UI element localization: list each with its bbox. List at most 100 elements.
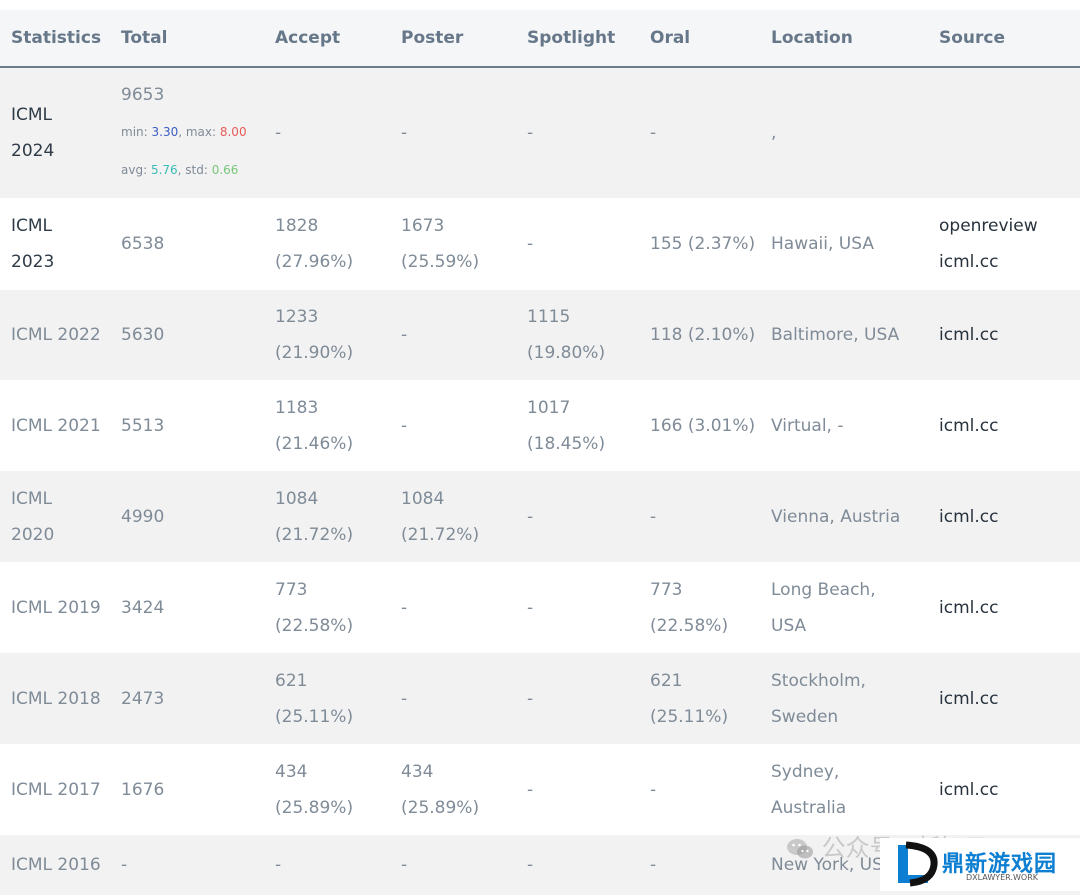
poster-count: 434 bbox=[401, 761, 434, 782]
header-statistics[interactable]: Statistics bbox=[0, 10, 110, 68]
oral-value: 118 (2.10%) bbox=[650, 325, 756, 345]
cell-spotlight: - bbox=[516, 653, 639, 744]
cell-total: 5630 bbox=[110, 290, 264, 380]
header-source[interactable]: Source bbox=[928, 10, 1080, 68]
cell-poster: 434 (25.89%) bbox=[390, 744, 516, 835]
stat-line: 2020 bbox=[11, 524, 55, 545]
stat-line: ICML 2019 bbox=[11, 597, 101, 618]
table-row: ICML 2023 6538 1828 (27.96%) 1673 (25.59… bbox=[0, 198, 1080, 290]
table-row: ICML 2024 9653 min: 3.30, max: 8.00 avg:… bbox=[0, 67, 1080, 198]
source-link[interactable]: icml.cc bbox=[939, 244, 1080, 280]
cell-oral: - bbox=[639, 744, 760, 835]
poster-value: - bbox=[401, 597, 408, 618]
cell-spotlight: - bbox=[516, 835, 639, 895]
stat-line: 2023 bbox=[11, 252, 55, 272]
header-spotlight[interactable]: Spotlight bbox=[516, 10, 639, 68]
accept-count: 1084 bbox=[275, 488, 319, 509]
header-oral[interactable]: Oral bbox=[639, 10, 760, 68]
avg-label: avg: bbox=[121, 163, 151, 177]
location-value: Virtual, - bbox=[771, 415, 844, 436]
icml-statistics-table: Statistics Total Accept Poster Spotlight… bbox=[0, 10, 1080, 895]
min-label: min: bbox=[121, 125, 152, 139]
spotlight-value: - bbox=[527, 123, 534, 143]
stat-line: ICML 2016 bbox=[11, 855, 101, 875]
cell-location: , bbox=[760, 67, 928, 198]
min-value: 3.30 bbox=[151, 125, 179, 139]
spotlight-value: - bbox=[527, 506, 534, 527]
total-value: 5513 bbox=[121, 415, 165, 436]
source-link[interactable]: icml.cc bbox=[939, 317, 1080, 353]
site-logo[interactable]: 鼎新游戏园 DXLAWYER.WORK bbox=[880, 838, 1080, 891]
stat-line: ICML bbox=[11, 105, 53, 125]
score-avg-std: avg: 5.76, std: 0.66 bbox=[121, 151, 264, 189]
source-link[interactable]: icml.cc bbox=[939, 499, 1080, 535]
header-location[interactable]: Location bbox=[760, 10, 928, 68]
source-link[interactable]: icml.cc bbox=[939, 590, 1080, 626]
stat-line: ICML 2021 bbox=[11, 415, 101, 436]
source-link[interactable]: icml.cc bbox=[939, 681, 1080, 717]
oral-count: 773 bbox=[650, 579, 683, 600]
table-row: ICML 2022 5630 1233 (21.90%) - 1115 (19.… bbox=[0, 290, 1080, 380]
source-link[interactable]: icml.cc bbox=[939, 772, 1080, 808]
cell-source: openreview icml.cc bbox=[928, 198, 1080, 290]
oral-value: - bbox=[650, 506, 657, 527]
max-label: , max: bbox=[178, 125, 220, 139]
cell-location: Long Beach, USA bbox=[760, 562, 928, 653]
poster-value: - bbox=[401, 688, 408, 709]
cell-source: icml.cc bbox=[928, 471, 1080, 562]
total-value: 6538 bbox=[121, 234, 165, 254]
accept-rate: (22.58%) bbox=[275, 615, 354, 636]
cell-location: Baltimore, USA bbox=[760, 290, 928, 380]
cell-statistics: ICML 2023 bbox=[0, 198, 110, 290]
location-line: Australia bbox=[771, 797, 847, 818]
header-total[interactable]: Total bbox=[110, 10, 264, 68]
oral-value: - bbox=[650, 123, 657, 143]
header-accept[interactable]: Accept bbox=[264, 10, 390, 68]
spotlight-rate: (19.80%) bbox=[527, 343, 606, 363]
cell-poster: - bbox=[390, 290, 516, 380]
stat-line: ICML bbox=[11, 488, 53, 509]
cell-total: - bbox=[110, 835, 264, 895]
accept-rate: (25.89%) bbox=[275, 797, 354, 818]
cell-oral: 118 (2.10%) bbox=[639, 290, 760, 380]
header-poster[interactable]: Poster bbox=[390, 10, 516, 68]
accept-rate: (21.46%) bbox=[275, 433, 354, 454]
cell-accept: 1828 (27.96%) bbox=[264, 198, 390, 290]
table-row: ICML 2021 5513 1183 (21.46%) - 1017 (18.… bbox=[0, 380, 1080, 471]
cell-oral: 621 (25.11%) bbox=[639, 653, 760, 744]
cell-statistics: ICML 2019 bbox=[0, 562, 110, 653]
total-value: 9653 bbox=[121, 85, 165, 105]
statistics-page: Statistics Total Accept Poster Spotlight… bbox=[0, 10, 1080, 895]
poster-count: 1673 bbox=[401, 216, 445, 236]
cell-oral: - bbox=[639, 67, 760, 198]
source-link[interactable]: openreview bbox=[939, 208, 1080, 244]
cell-poster: - bbox=[390, 653, 516, 744]
cell-total: 9653 min: 3.30, max: 8.00 avg: 5.76, std… bbox=[110, 67, 264, 198]
cell-poster: - bbox=[390, 67, 516, 198]
table-row: ICML 2018 2473 621 (25.11%) - - 621 (25.… bbox=[0, 653, 1080, 744]
cell-oral: 155 (2.37%) bbox=[639, 198, 760, 290]
cell-accept: 621 (25.11%) bbox=[264, 653, 390, 744]
accept-count: 773 bbox=[275, 579, 308, 600]
table-row: ICML 2017 1676 434 (25.89%) 434 (25.89%)… bbox=[0, 744, 1080, 835]
oral-value: 166 (3.01%) bbox=[650, 415, 756, 436]
cell-statistics: ICML 2021 bbox=[0, 380, 110, 471]
cell-accept: 773 (22.58%) bbox=[264, 562, 390, 653]
total-value: 1676 bbox=[121, 779, 165, 800]
accept-value: - bbox=[275, 855, 282, 875]
source-link[interactable]: icml.cc bbox=[939, 408, 1080, 444]
cell-spotlight: - bbox=[516, 67, 639, 198]
cell-statistics: ICML 2018 bbox=[0, 653, 110, 744]
location-line: Stockholm, bbox=[771, 670, 866, 691]
cell-total: 5513 bbox=[110, 380, 264, 471]
cell-location: Stockholm, Sweden bbox=[760, 653, 928, 744]
total-value: 5630 bbox=[121, 325, 165, 345]
cell-total: 4990 bbox=[110, 471, 264, 562]
cell-source: icml.cc bbox=[928, 380, 1080, 471]
poster-value: - bbox=[401, 325, 408, 345]
cell-spotlight: 1017 (18.45%) bbox=[516, 380, 639, 471]
stat-line: ICML 2018 bbox=[11, 688, 101, 709]
cell-location: Virtual, - bbox=[760, 380, 928, 471]
score-min-max: min: 3.30, max: 8.00 bbox=[121, 113, 264, 151]
cell-source: icml.cc bbox=[928, 562, 1080, 653]
